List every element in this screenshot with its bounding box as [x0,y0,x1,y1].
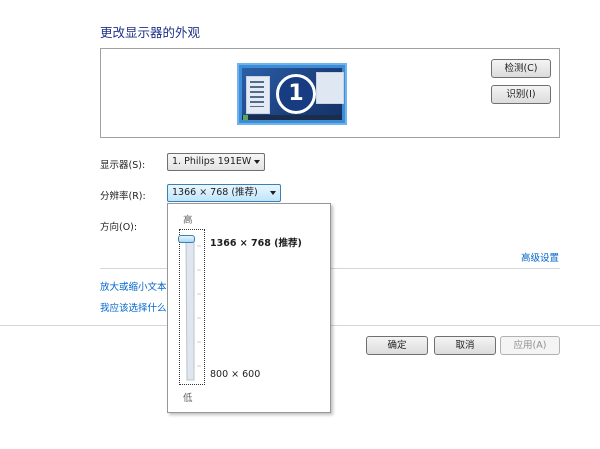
display-select[interactable]: 1. Philips 191EW [167,153,265,171]
monitor-screen: 1 [242,68,344,120]
resolution-slider-track[interactable] [179,229,205,385]
display-preview: 1 检测(C) 识别(I) [100,48,560,138]
window-thumbnail [246,76,270,114]
cancel-button[interactable]: 取消 [434,336,496,355]
ok-button[interactable]: 确定 [366,336,428,355]
taskbar [242,115,342,120]
monitor-number-badge: 1 [276,74,316,114]
identify-button[interactable]: 识别(I) [491,85,551,104]
display-select-value: 1. Philips 191EW [172,156,252,167]
detect-button[interactable]: 检测(C) [491,59,551,78]
monitor-1-thumbnail[interactable]: 1 [237,63,347,125]
low-label: 低 [183,393,193,404]
chevron-down-icon [254,160,260,164]
resolution-select-value: 1366 × 768 (推荐) [172,187,258,198]
resolution-slider-thumb[interactable] [178,235,195,243]
resolution-label: 分辨率(R): [100,191,146,202]
max-resolution-label: 1366 × 768 (推荐) [210,238,302,249]
enlarge-text-link[interactable]: 放大或缩小文本 [100,279,167,293]
resolution-select[interactable]: 1366 × 768 (推荐) [167,184,281,202]
slider-ramp [185,239,201,381]
apply-button: 应用(A) [500,336,560,355]
page-title: 更改显示器的外观 [100,25,201,40]
which-settings-link[interactable]: 我应该选择什么 [100,300,167,314]
chevron-down-icon [270,191,276,195]
min-resolution-label: 800 × 600 [210,369,261,380]
high-label: 高 [183,215,193,226]
display-label: 显示器(S): [100,160,146,171]
resolution-dropdown: 高 1366 × 768 (推荐) 800 × 600 低 [167,203,331,413]
window-thumbnail [316,72,344,104]
orientation-label: 方向(O): [100,222,138,233]
advanced-settings-link[interactable]: 高级设置 [521,250,559,264]
start-icon [243,115,248,120]
